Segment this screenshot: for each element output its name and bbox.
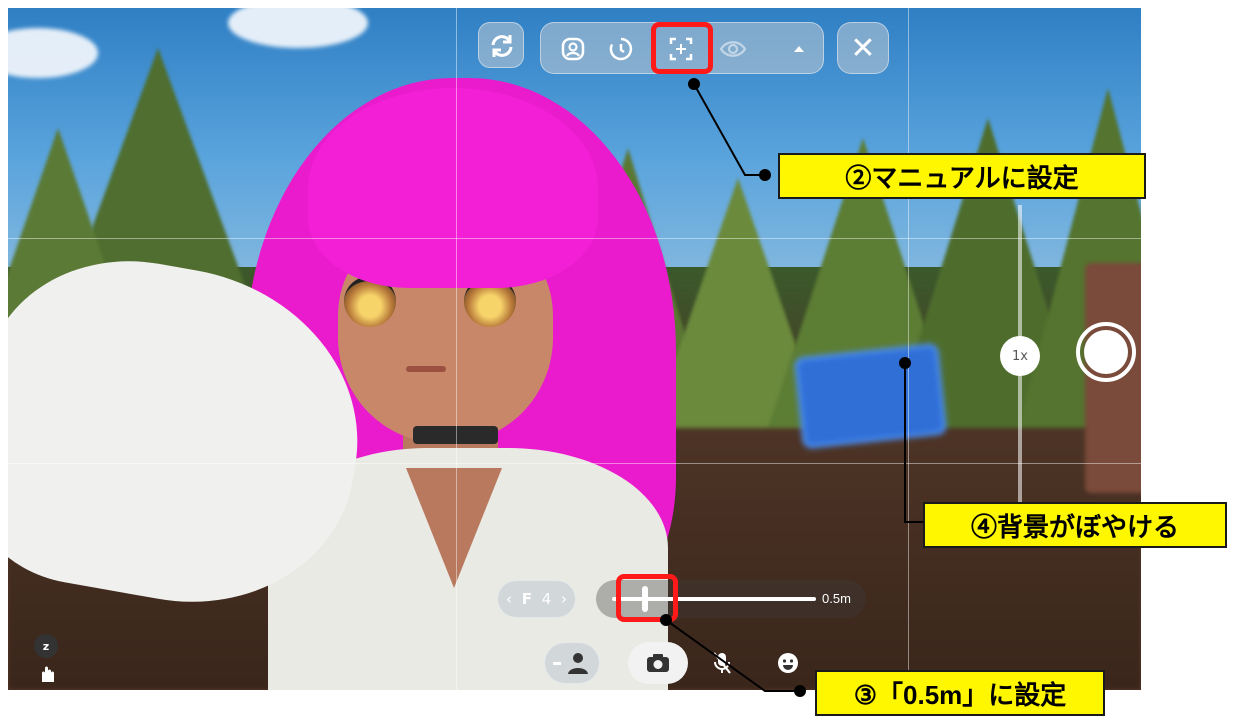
callout-manual: ②マニュアルに設定 [778,153,1146,199]
callout-distance: ③「0.5m」に設定 [815,670,1105,716]
callout-blur: ④背景がぼやける [923,502,1227,548]
annotation-leaders [660,78,938,697]
